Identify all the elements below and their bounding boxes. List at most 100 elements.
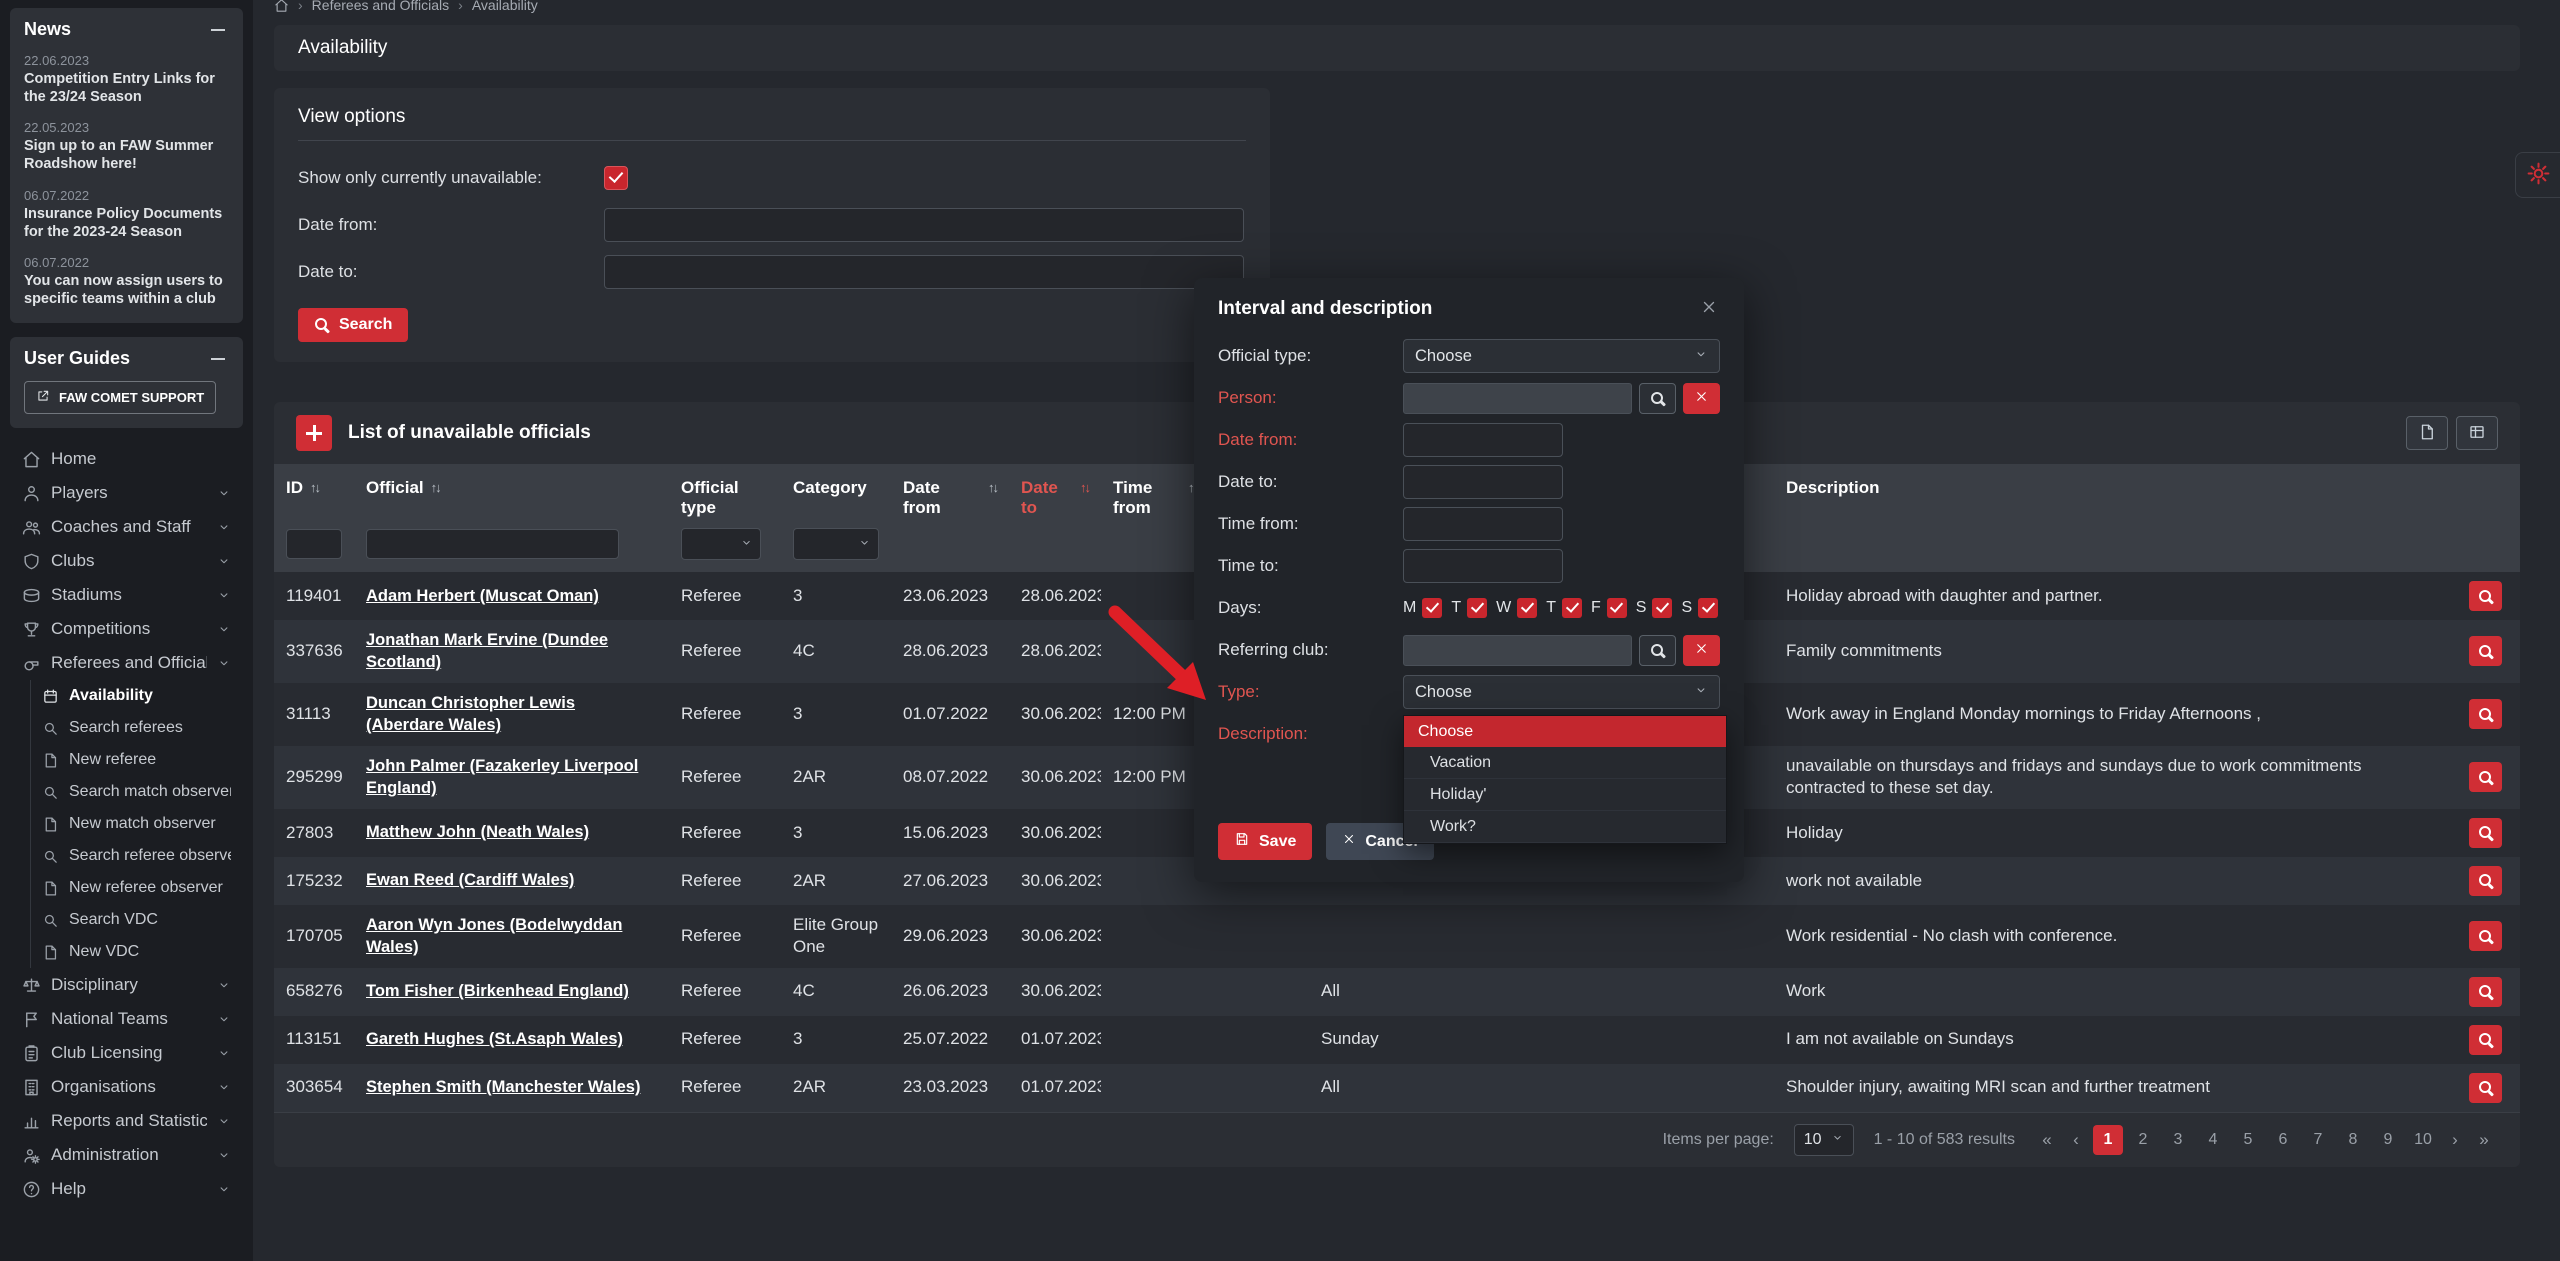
official-link[interactable]: Tom Fisher (Birkenhead England)	[366, 982, 629, 1000]
user-guides-collapse-button[interactable]	[209, 352, 229, 366]
column-header-date-from[interactable]: Date from ↑↓	[891, 472, 1009, 524]
referring-club-input[interactable]	[1403, 635, 1632, 666]
time-from-input[interactable]	[1403, 507, 1563, 541]
sidebar-item-competitions[interactable]: Competitions	[10, 612, 243, 646]
close-button[interactable]	[1698, 296, 1720, 321]
column-header[interactable]: ↑↓	[2450, 472, 2520, 524]
show-only-checkbox[interactable]	[604, 166, 628, 190]
official-link[interactable]: Ewan Reed (Cardiff Wales)	[366, 871, 574, 889]
type-option-holiday[interactable]: Holiday'	[1404, 779, 1726, 811]
date-from-input[interactable]	[604, 208, 1244, 242]
sidebar-item-help[interactable]: Help	[10, 1172, 243, 1206]
official-link[interactable]: Aaron Wyn Jones (Bodelwyddan Wales)	[366, 916, 622, 956]
page-number-7[interactable]: 7	[2303, 1125, 2333, 1155]
official-filter-input[interactable]	[366, 529, 619, 559]
official-link[interactable]: John Palmer (Fazakerley Liverpool Englan…	[366, 757, 638, 797]
sidebar-item-search-match-observers[interactable]: Search match observers	[10, 776, 243, 808]
sidebar-item-clubs[interactable]: Clubs	[10, 544, 243, 578]
news-item[interactable]: 22.06.2023 Competition Entry Links for t…	[10, 46, 243, 113]
sidebar-item-search-referee-observers[interactable]: Search referee observers	[10, 840, 243, 872]
row-detail-button[interactable]	[2469, 818, 2502, 848]
type-select[interactable]: Choose	[1403, 675, 1720, 709]
row-detail-button[interactable]	[2469, 581, 2502, 611]
news-item[interactable]: 06.07.2022 You can now assign users to s…	[10, 248, 243, 315]
column-header-official[interactable]: Official ↑↓	[354, 472, 669, 524]
date-to-input[interactable]	[604, 255, 1244, 289]
sidebar-item-new-referee[interactable]: New referee	[10, 744, 243, 776]
person-search-button[interactable]	[1639, 383, 1676, 414]
modal-date-to-input[interactable]	[1403, 465, 1563, 499]
column-settings-button[interactable]	[2456, 416, 2498, 450]
page-number-10[interactable]: 10	[2408, 1125, 2438, 1155]
sidebar-item-reports-and-statistics[interactable]: Reports and Statistics	[10, 1104, 243, 1138]
column-header-category[interactable]: Category ↑↓	[781, 472, 891, 524]
sidebar-item-national-teams[interactable]: National Teams	[10, 1002, 243, 1036]
settings-flyout-button[interactable]	[2515, 152, 2560, 198]
id-filter-input[interactable]	[286, 529, 342, 559]
next-page-button[interactable]: ›	[2443, 1125, 2467, 1155]
official-type-filter-select[interactable]	[681, 528, 761, 560]
sidebar-item-club-licensing[interactable]: Club Licensing	[10, 1036, 243, 1070]
official-type-select[interactable]: Choose	[1403, 339, 1720, 373]
sidebar-item-new-match-observer[interactable]: New match observer	[10, 808, 243, 840]
sidebar-item-home[interactable]: Home	[10, 442, 243, 476]
official-link[interactable]: Matthew John (Neath Wales)	[366, 823, 589, 841]
row-detail-button[interactable]	[2469, 636, 2502, 666]
page-number-1[interactable]: 1	[2093, 1125, 2123, 1155]
day-checkbox-s[interactable]	[1698, 598, 1718, 618]
column-header-date-to[interactable]: Date to ↑↓	[1009, 472, 1101, 524]
add-interval-button[interactable]	[296, 415, 332, 451]
column-header-id[interactable]: ID ↑↓	[274, 472, 354, 524]
page-number-9[interactable]: 9	[2373, 1125, 2403, 1155]
sidebar-item-stadiums[interactable]: Stadiums	[10, 578, 243, 612]
save-button[interactable]: Save	[1218, 823, 1312, 860]
page-number-6[interactable]: 6	[2268, 1125, 2298, 1155]
column-header-description[interactable]: Description ↑↓	[1774, 472, 2450, 524]
row-detail-button[interactable]	[2469, 762, 2502, 792]
last-page-button[interactable]: »	[2472, 1125, 2496, 1155]
sidebar-item-search-referees[interactable]: Search referees	[10, 712, 243, 744]
page-number-4[interactable]: 4	[2198, 1125, 2228, 1155]
official-link[interactable]: Jonathan Mark Ervine (Dundee Scotland)	[366, 631, 608, 671]
row-detail-button[interactable]	[2469, 977, 2502, 1007]
person-clear-button[interactable]	[1683, 383, 1720, 414]
row-detail-button[interactable]	[2469, 921, 2502, 951]
page-number-3[interactable]: 3	[2163, 1125, 2193, 1155]
breadcrumb-referees[interactable]: Referees and Officials	[312, 0, 449, 13]
first-page-button[interactable]: «	[2035, 1125, 2059, 1155]
time-to-input[interactable]	[1403, 549, 1563, 583]
day-checkbox-t[interactable]	[1467, 598, 1487, 618]
export-file-button[interactable]	[2406, 416, 2448, 450]
sidebar-item-coaches-and-staff[interactable]: Coaches and Staff	[10, 510, 243, 544]
official-link[interactable]: Gareth Hughes (St.Asaph Wales)	[366, 1030, 623, 1048]
row-detail-button[interactable]	[2469, 1073, 2502, 1103]
column-header-time-from[interactable]: Time from ↑↓	[1101, 472, 1209, 524]
page-number-8[interactable]: 8	[2338, 1125, 2368, 1155]
official-link[interactable]: Adam Herbert (Muscat Oman)	[366, 587, 599, 605]
sidebar-item-referees-and-officials[interactable]: Referees and Officials	[10, 646, 243, 680]
day-checkbox-s[interactable]	[1652, 598, 1672, 618]
sidebar-item-disciplinary[interactable]: Disciplinary	[10, 968, 243, 1002]
items-per-page-select[interactable]: 10	[1794, 1124, 1854, 1156]
sidebar-item-new-vdc[interactable]: New VDC	[10, 936, 243, 968]
home-icon[interactable]	[274, 0, 289, 13]
row-detail-button[interactable]	[2469, 1025, 2502, 1055]
official-link[interactable]: Stephen Smith (Manchester Wales)	[366, 1078, 640, 1096]
referring-club-clear-button[interactable]	[1683, 635, 1720, 666]
sidebar-item-new-referee-observer[interactable]: New referee observer	[10, 872, 243, 904]
modal-date-from-input[interactable]	[1403, 423, 1563, 457]
page-number-5[interactable]: 5	[2233, 1125, 2263, 1155]
day-checkbox-w[interactable]	[1517, 598, 1537, 618]
type-option-choose[interactable]: Choose	[1404, 716, 1726, 747]
sidebar-item-availability[interactable]: Availability	[10, 680, 243, 712]
sidebar-item-search-vdc[interactable]: Search VDC	[10, 904, 243, 936]
sidebar-item-administration[interactable]: Administration	[10, 1138, 243, 1172]
day-checkbox-f[interactable]	[1607, 598, 1627, 618]
search-button[interactable]: Search	[298, 308, 408, 342]
prev-page-button[interactable]: ‹	[2064, 1125, 2088, 1155]
news-item[interactable]: 06.07.2022 Insurance Policy Documents fo…	[10, 181, 243, 248]
day-checkbox-t[interactable]	[1562, 598, 1582, 618]
row-detail-button[interactable]	[2469, 699, 2502, 729]
column-header-official-type[interactable]: Official type ↑↓	[669, 472, 781, 524]
type-option-work[interactable]: Work?	[1404, 811, 1726, 843]
